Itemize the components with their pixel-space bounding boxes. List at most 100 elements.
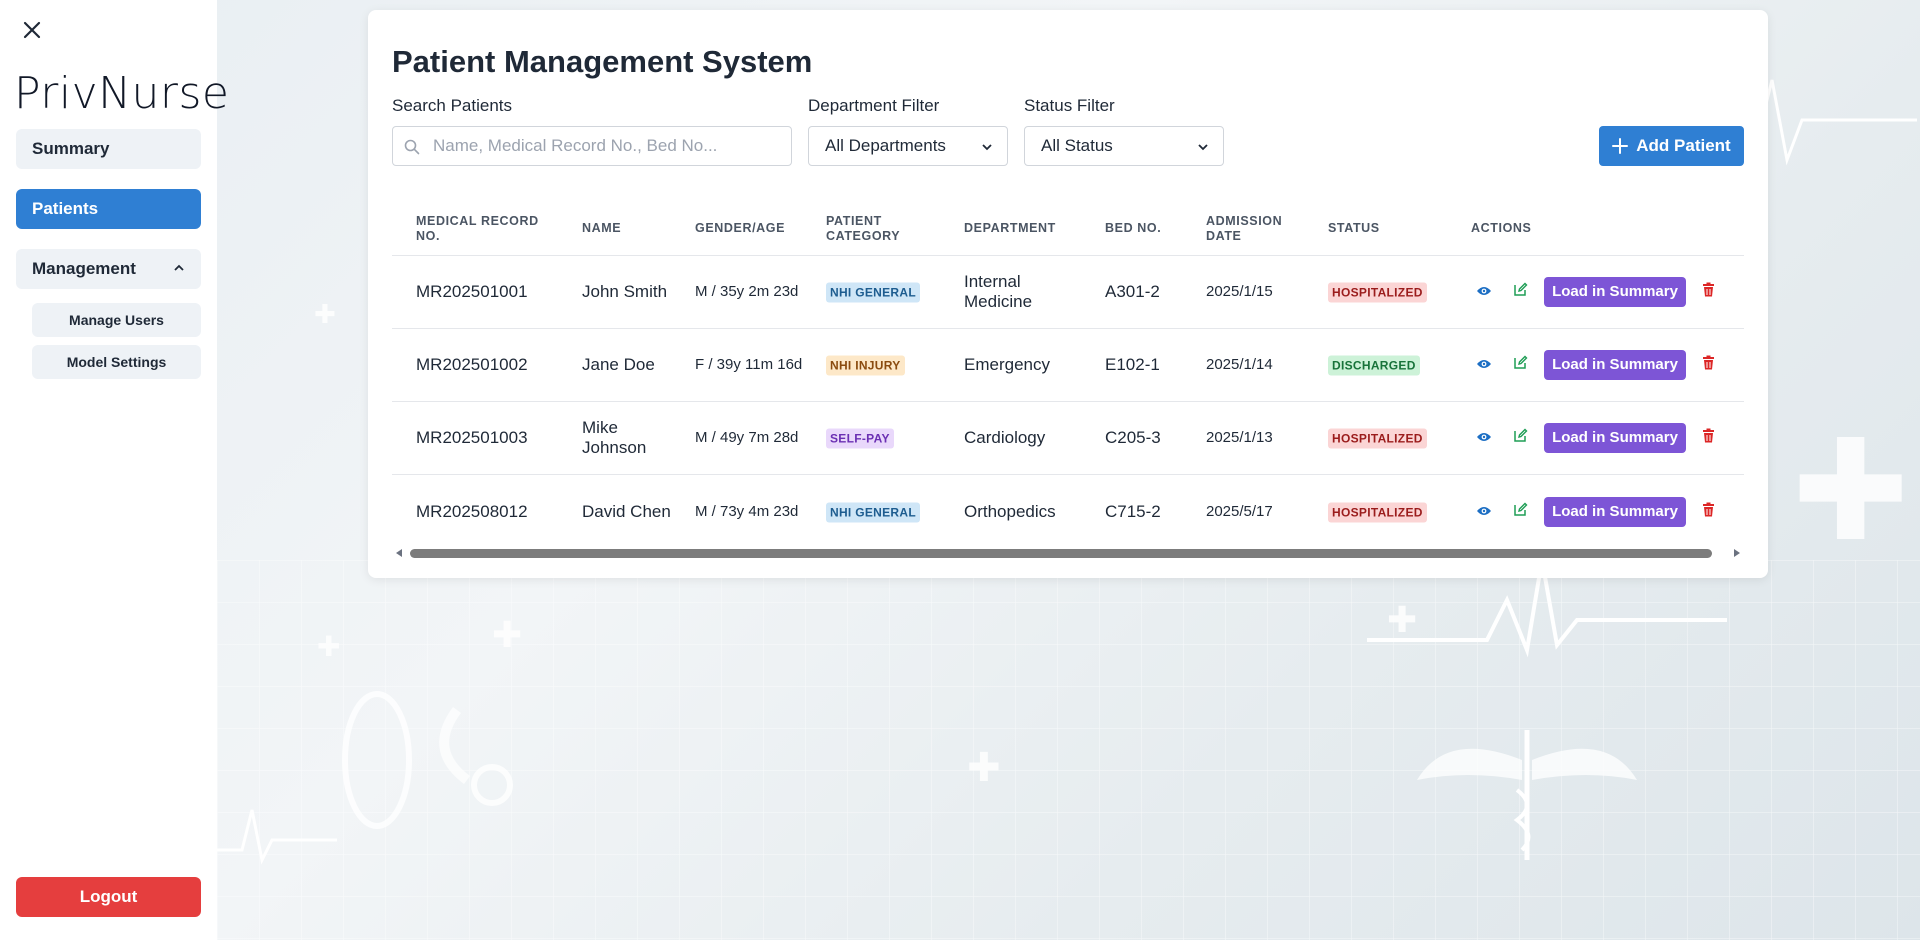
cell-bed: C205-3	[1105, 428, 1161, 447]
cell-mrn: MR202501002	[416, 355, 528, 374]
cell-department: Internal Medicine	[964, 272, 1033, 311]
eye-icon	[1476, 502, 1492, 522]
trash-icon	[1702, 355, 1715, 375]
cell-admission-date: 2025/1/13	[1206, 429, 1273, 446]
horizontal-scrollbar[interactable]	[392, 546, 1744, 560]
cell-actions: Load in Summary	[1466, 277, 1726, 307]
patient-management-card: Patient Management System Search Patient…	[368, 10, 1768, 578]
cell-department: Orthopedics	[964, 501, 1056, 521]
delete-button[interactable]	[1690, 423, 1726, 453]
column-header-bed[interactable]: BED NO.	[1105, 221, 1161, 236]
cell-name: Mike Johnson	[582, 418, 647, 457]
sidebar-item-model-settings[interactable]: Model Settings	[32, 345, 201, 379]
add-patient-label: Add Patient	[1636, 136, 1731, 155]
chevron-down-icon	[1198, 144, 1208, 151]
heartbeat-line-decoration	[217, 809, 337, 865]
status-filter-select[interactable]: All Status	[1024, 126, 1224, 166]
medical-cross-decoration: ✚	[1792, 410, 1910, 573]
sidebar-item-manage-users[interactable]: Manage Users	[32, 303, 201, 337]
scrollbar-thumb[interactable]	[410, 549, 1712, 558]
edit-icon	[1513, 502, 1528, 522]
cell-status: DISCHARGED	[1328, 355, 1420, 376]
close-sidebar-button[interactable]	[18, 16, 46, 44]
column-header-gender-age[interactable]: GENDER/AGE	[695, 221, 785, 236]
search-icon	[404, 139, 420, 155]
search-label: Search Patients	[392, 96, 513, 115]
cell-bed: E102-1	[1105, 355, 1160, 374]
edit-button[interactable]	[1502, 497, 1538, 527]
status-badge: HOSPITALIZED	[1328, 282, 1427, 303]
column-header-mrn[interactable]: MEDICAL RECORD NO.	[416, 214, 546, 244]
sidebar-item-summary[interactable]: Summary	[16, 129, 201, 169]
department-filter-value: All Departments	[825, 136, 946, 155]
load-in-summary-button[interactable]: Load in Summary	[1544, 496, 1686, 527]
cell-bed: A301-2	[1105, 282, 1160, 301]
cell-department: Cardiology	[964, 428, 1046, 447]
trash-icon	[1702, 428, 1715, 448]
cell-admission-date: 2025/1/14	[1206, 356, 1273, 373]
medical-cross-decoration: ✚	[1387, 600, 1418, 641]
edit-button[interactable]	[1502, 423, 1538, 453]
chevron-down-icon	[982, 144, 992, 151]
view-button[interactable]	[1466, 423, 1502, 453]
view-button[interactable]	[1466, 277, 1502, 307]
sidebar-item-label: Manage Users	[69, 312, 164, 328]
plus-icon	[1612, 138, 1629, 154]
scroll-right-arrow-icon[interactable]	[1732, 548, 1742, 558]
column-header-status[interactable]: STATUS	[1328, 221, 1380, 236]
column-header-admission-date[interactable]: ADMISSION DATE	[1206, 214, 1296, 244]
patient-table: MEDICAL RECORD NO. NAME GENDER/AGE PATIE…	[392, 196, 1744, 548]
table-row[interactable]: MR202501001 John Smith M / 35y 2m 23d NHI G…	[392, 256, 1744, 329]
sidebar-item-label: Summary	[32, 139, 110, 158]
cell-gender-age: M / 35y 2m 23d	[695, 283, 799, 300]
table-row[interactable]: MR202501003 Mike Johnson M / 49y 7m 28d SEL…	[392, 402, 1744, 475]
status-filter-value: All Status	[1041, 136, 1113, 155]
add-patient-button[interactable]: Add Patient	[1599, 126, 1744, 166]
load-in-summary-button[interactable]: Load in Summary	[1544, 277, 1686, 307]
delete-button[interactable]	[1690, 497, 1726, 527]
table-row[interactable]: MR202508012 David Chen M / 73y 4m 23d NHI G…	[392, 475, 1744, 548]
medical-cross-decoration: ✚	[967, 745, 1001, 791]
load-in-summary-button[interactable]: Load in Summary	[1544, 350, 1686, 380]
cell-bed: C715-2	[1105, 501, 1161, 521]
sidebar-item-patients[interactable]: Patients	[16, 189, 201, 229]
cell-department: Emergency	[964, 355, 1050, 374]
medical-cross-decoration: ✚	[492, 615, 523, 656]
search-field[interactable]	[392, 126, 792, 166]
caduceus-decoration	[1417, 730, 1637, 860]
table-body: MR202501001 John Smith M / 35y 2m 23d NHI G…	[392, 256, 1744, 548]
eye-icon	[1476, 355, 1492, 375]
load-in-summary-button[interactable]: Load in Summary	[1544, 423, 1686, 453]
search-input[interactable]	[433, 127, 783, 165]
cell-status: HOSPITALIZED	[1328, 282, 1427, 303]
category-badge: NHI INJURY	[826, 355, 905, 376]
sidebar-item-management[interactable]: Management	[16, 249, 201, 289]
column-header-name[interactable]: NAME	[582, 221, 621, 236]
cell-actions: Load in Summary	[1466, 423, 1726, 453]
department-filter-select[interactable]: All Departments	[808, 126, 1008, 166]
cell-category: NHI INJURY	[826, 355, 905, 376]
view-button[interactable]	[1466, 350, 1502, 380]
cell-mrn: MR202508012	[416, 501, 528, 521]
column-header-actions: ACTIONS	[1471, 221, 1532, 235]
edit-button[interactable]	[1502, 350, 1538, 380]
column-header-category[interactable]: PATIENT CATEGORY	[826, 214, 916, 244]
cell-category: NHI GENERAL	[826, 501, 920, 522]
page-title: Patient Management System	[392, 44, 813, 79]
delete-button[interactable]	[1690, 277, 1726, 307]
column-header-department[interactable]: DEPARTMENT	[964, 221, 1056, 236]
logout-button[interactable]: Logout	[16, 877, 201, 917]
background-grid	[217, 560, 1920, 940]
view-button[interactable]	[1466, 497, 1502, 527]
delete-button[interactable]	[1690, 350, 1726, 380]
cell-mrn: MR202501001	[416, 282, 528, 301]
close-icon	[23, 21, 41, 39]
stethoscope-decoration	[342, 691, 513, 829]
department-filter-label: Department Filter	[808, 96, 940, 115]
edit-icon	[1513, 428, 1528, 448]
edit-button[interactable]	[1502, 277, 1538, 307]
table-row[interactable]: MR202501002 Jane Doe F / 39y 11m 16d NHI IN…	[392, 329, 1744, 402]
scroll-left-arrow-icon[interactable]	[394, 548, 404, 558]
status-badge: HOSPITALIZED	[1328, 502, 1427, 522]
eye-icon	[1476, 282, 1492, 302]
